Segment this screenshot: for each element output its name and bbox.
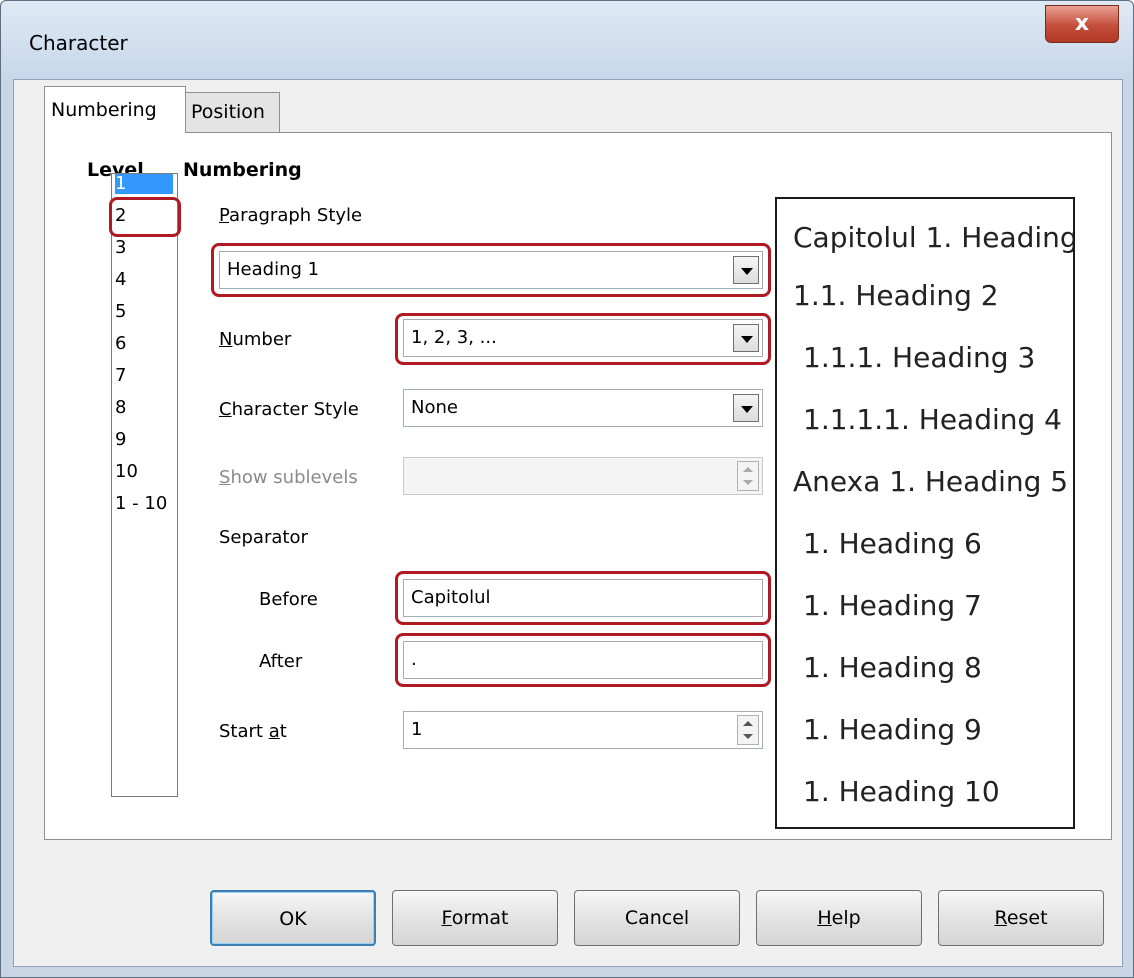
tab-position[interactable]: Position <box>184 92 280 132</box>
level-item[interactable]: 3 <box>112 238 177 270</box>
preview-line: 1.1. Heading 2 <box>793 279 999 312</box>
level-item[interactable]: 1 - 10 <box>112 494 177 526</box>
paragraph-style-dropdown[interactable]: Heading 1 <box>219 251 763 289</box>
numbering-tab-panel: Level Numbering 1 2 3 4 5 6 7 8 9 10 1 -… <box>44 132 1112 840</box>
close-button[interactable]: x <box>1045 5 1119 43</box>
tab-numbering[interactable]: Numbering <box>44 86 186 133</box>
format-button[interactable]: Format <box>392 890 558 946</box>
start-at-value: 1 <box>411 719 423 740</box>
level-item[interactable]: 4 <box>112 270 177 302</box>
before-value: Capitolul <box>411 587 491 608</box>
preview-line: 1. Heading 8 <box>803 651 982 684</box>
format-button-label: Format <box>441 907 509 929</box>
number-value: 1, 2, 3, ... <box>411 327 497 348</box>
level-item[interactable]: 10 <box>112 462 177 494</box>
tab-position-label: Position <box>191 101 265 123</box>
start-at-label: Start at <box>219 721 287 742</box>
help-button[interactable]: Help <box>756 890 922 946</box>
preview-line: Anexa 1. Heading 5 <box>793 465 1069 498</box>
paragraph-style-label: Paragraph Style <box>219 205 363 226</box>
after-value: . <box>411 649 417 670</box>
cancel-button[interactable]: Cancel <box>574 890 740 946</box>
preview-line: 1. Heading 10 <box>803 775 1000 808</box>
after-input[interactable]: . <box>403 641 763 679</box>
help-button-label: Help <box>817 907 861 929</box>
spinner-icon <box>737 461 759 491</box>
close-icon: x <box>1074 11 1090 36</box>
show-sublevels-spinbox <box>403 457 763 495</box>
show-sublevels-label: Show sublevels <box>219 467 358 488</box>
character-style-label: Character Style <box>219 399 359 420</box>
level-list[interactable]: 1 2 3 4 5 6 7 8 9 10 1 - 10 <box>111 173 178 797</box>
reset-button[interactable]: Reset <box>938 890 1104 946</box>
numbering-header: Numbering <box>183 159 302 181</box>
chevron-down-icon[interactable] <box>733 394 759 422</box>
chevron-down-icon[interactable] <box>733 324 759 352</box>
character-dialog: Character x Numbering Position Level Num… <box>0 0 1134 978</box>
level-item[interactable]: 2 <box>112 206 177 238</box>
separator-label: Separator <box>219 527 308 548</box>
numbering-preview: Capitolul 1. Heading 1 1.1. Heading 2 1.… <box>775 197 1075 829</box>
preview-line: 1.1.1. Heading 3 <box>803 341 1036 374</box>
preview-line: Capitolul 1. Heading 1 <box>793 221 1075 254</box>
level-item[interactable]: 1 <box>112 174 177 206</box>
character-style-dropdown[interactable]: None <box>403 389 763 427</box>
spinner-icon[interactable] <box>737 715 759 745</box>
preview-line: 1. Heading 7 <box>803 589 982 622</box>
level-item[interactable]: 9 <box>112 430 177 462</box>
level-item[interactable]: 7 <box>112 366 177 398</box>
level-item[interactable]: 6 <box>112 334 177 366</box>
preview-line: 1.1.1.1. Heading 4 <box>803 403 1062 436</box>
ok-button[interactable]: OK <box>210 890 376 946</box>
level-item[interactable]: 5 <box>112 302 177 334</box>
start-at-spinbox[interactable]: 1 <box>403 711 763 749</box>
dialog-body: Numbering Position Level Numbering 1 2 3… <box>13 79 1123 967</box>
reset-button-label: Reset <box>994 907 1048 929</box>
preview-line: 1. Heading 9 <box>803 713 982 746</box>
tab-numbering-label: Numbering <box>51 99 157 121</box>
ok-button-label: OK <box>279 908 307 930</box>
before-input[interactable]: Capitolul <box>403 579 763 617</box>
before-label: Before <box>259 589 318 610</box>
number-dropdown[interactable]: 1, 2, 3, ... <box>403 319 763 357</box>
cancel-button-label: Cancel <box>624 907 690 929</box>
number-label: Number <box>219 329 292 350</box>
level-item[interactable]: 8 <box>112 398 177 430</box>
character-style-value: None <box>411 397 458 418</box>
dialog-title: Character <box>29 31 128 55</box>
paragraph-style-value: Heading 1 <box>227 259 320 280</box>
after-label: After <box>259 651 303 672</box>
chevron-down-icon[interactable] <box>733 256 759 284</box>
title-bar[interactable]: Character x <box>1 1 1133 79</box>
preview-line: 1. Heading 6 <box>803 527 982 560</box>
